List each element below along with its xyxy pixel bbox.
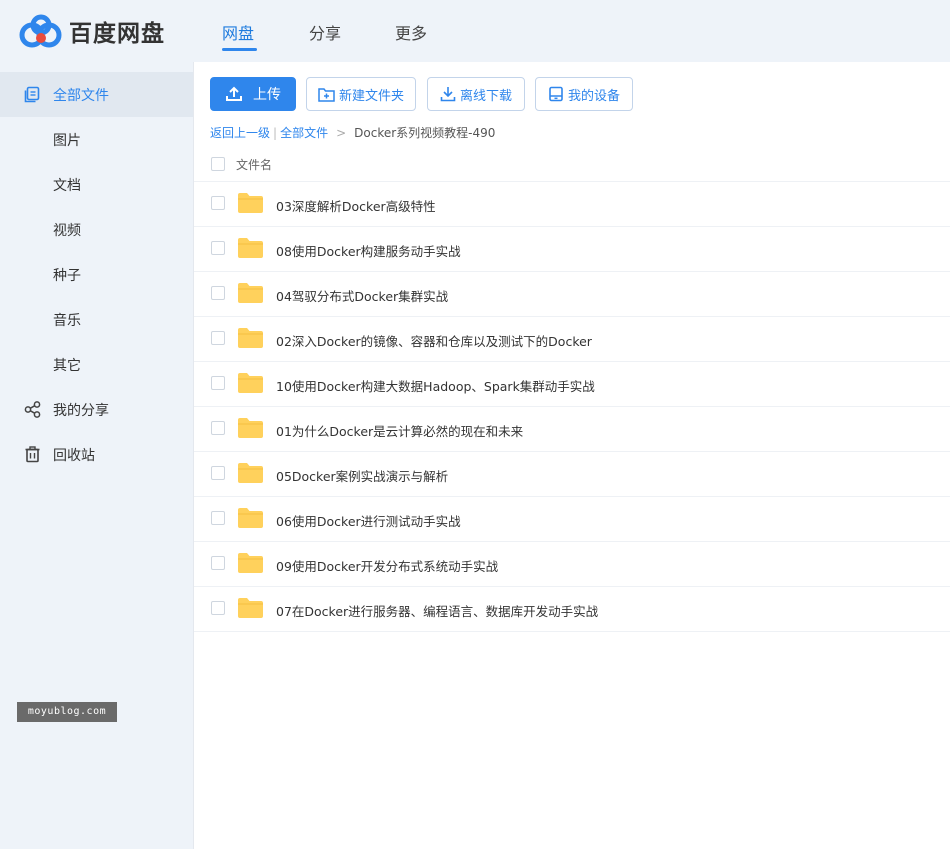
row-checkbox[interactable] — [211, 286, 225, 300]
my-devices-label: 我的设备 — [567, 88, 620, 104]
breadcrumb-divider: | — [273, 126, 278, 140]
file-row[interactable]: 08使用Docker构建服务动手实战 — [194, 227, 950, 272]
sidebar-item-label: 回收站 — [53, 447, 95, 464]
new-folder-button[interactable]: 新建文件夹 — [306, 77, 416, 111]
folder-icon — [238, 283, 263, 303]
sidebar-item-music[interactable]: 音乐 — [0, 297, 193, 342]
file-name[interactable]: 01为什么Docker是云计算必然的现在和未来 — [276, 421, 523, 440]
sidebar-item-label: 文档 — [53, 177, 81, 194]
folder-icon — [238, 463, 263, 483]
offline-download-label: 离线下载 — [459, 88, 512, 104]
row-checkbox[interactable] — [211, 421, 225, 435]
download-icon — [440, 87, 456, 102]
sidebar: 全部文件 图片 文档 视频 种子 音乐 其它 我的分享 回收站 moyublog… — [0, 72, 193, 849]
sidebar-item-label: 视频 — [53, 222, 81, 239]
sidebar-item-label: 音乐 — [53, 312, 81, 329]
file-row[interactable]: 02深入Docker的镜像、容器和仓库以及测试下的Docker — [194, 317, 950, 362]
sidebar-item-images[interactable]: 图片 — [0, 117, 193, 162]
file-name[interactable]: 07在Docker进行服务器、编程语言、数据库开发动手实战 — [276, 601, 598, 620]
sidebar-item-recycle-bin[interactable]: 回收站 — [0, 432, 193, 477]
sidebar-item-videos[interactable]: 视频 — [0, 207, 193, 252]
tab-netdisk[interactable]: 网盘 — [222, 20, 254, 44]
file-name[interactable]: 06使用Docker进行测试动手实战 — [276, 511, 461, 530]
row-checkbox[interactable] — [211, 601, 225, 615]
file-name[interactable]: 09使用Docker开发分布式系统动手实战 — [276, 556, 498, 575]
folder-icon — [238, 418, 263, 438]
sidebar-item-label: 种子 — [53, 267, 81, 284]
file-row[interactable]: 07在Docker进行服务器、编程语言、数据库开发动手实战 — [194, 587, 950, 632]
row-checkbox[interactable] — [211, 196, 225, 210]
main-content: 上传 新建文件夹 离线下载 我的设备 返回上一级 | 全部文件 > Docker系列视频… — [193, 62, 950, 849]
top-bar: 百度网盘 网盘 分享 更多 — [0, 0, 950, 62]
upload-label: 上传 — [253, 87, 281, 103]
breadcrumb: 返回上一级 | 全部文件 > Docker系列视频教程-490 — [210, 124, 495, 141]
file-name[interactable]: 02深入Docker的镜像、容器和仓库以及测试下的Docker — [276, 331, 592, 350]
sidebar-item-all-files[interactable]: 全部文件 — [0, 72, 193, 117]
new-folder-icon — [318, 87, 335, 102]
upload-icon — [226, 86, 242, 101]
file-row[interactable]: 06使用Docker进行测试动手实战 — [194, 497, 950, 542]
sidebar-item-label: 全部文件 — [53, 87, 109, 104]
filename-column-header[interactable]: 文件名 — [236, 156, 272, 173]
device-icon — [549, 86, 563, 102]
file-list: 03深度解析Docker高级特性 08使用Docker构建服务动手实战 04驾驭… — [194, 182, 950, 632]
breadcrumb-current-folder: Docker系列视频教程-490 — [354, 126, 496, 140]
select-all-checkbox[interactable] — [211, 157, 225, 171]
files-icon — [24, 86, 40, 103]
row-checkbox[interactable] — [211, 556, 225, 570]
folder-icon — [238, 193, 263, 213]
file-row[interactable]: 09使用Docker开发分布式系统动手实战 — [194, 542, 950, 587]
sidebar-item-label: 我的分享 — [53, 402, 109, 419]
row-checkbox[interactable] — [211, 376, 225, 390]
folder-icon — [238, 238, 263, 258]
share-icon — [24, 401, 41, 418]
sidebar-item-label: 图片 — [53, 132, 81, 149]
folder-icon — [238, 373, 263, 393]
file-name[interactable]: 03深度解析Docker高级特性 — [276, 196, 436, 215]
new-folder-label: 新建文件夹 — [338, 88, 404, 104]
upload-button[interactable]: 上传 — [210, 77, 296, 111]
file-row[interactable]: 03深度解析Docker高级特性 — [194, 182, 950, 227]
tab-share[interactable]: 分享 — [309, 20, 341, 44]
file-name[interactable]: 04驾驭分布式Docker集群实战 — [276, 286, 448, 305]
breadcrumb-back-link[interactable]: 返回上一级 — [210, 126, 270, 140]
sidebar-item-label: 其它 — [53, 357, 81, 374]
sidebar-item-documents[interactable]: 文档 — [0, 162, 193, 207]
sidebar-item-my-shares[interactable]: 我的分享 — [0, 387, 193, 432]
breadcrumb-separator-icon: > — [336, 126, 347, 140]
row-checkbox[interactable] — [211, 466, 225, 480]
breadcrumb-all-files-link[interactable]: 全部文件 — [280, 126, 328, 140]
folder-icon — [238, 508, 263, 528]
file-name[interactable]: 08使用Docker构建服务动手实战 — [276, 241, 461, 260]
file-name[interactable]: 05Docker案例实战演示与解析 — [276, 466, 448, 485]
file-row[interactable]: 10使用Docker构建大数据Hadoop、Spark集群动手实战 — [194, 362, 950, 407]
baidu-netdisk-logo[interactable]: 百度网盘 — [19, 14, 165, 48]
sidebar-item-other[interactable]: 其它 — [0, 342, 193, 387]
logo-text: 百度网盘 — [69, 21, 165, 47]
row-checkbox[interactable] — [211, 241, 225, 255]
watermark: moyublog.com — [17, 702, 117, 722]
row-checkbox[interactable] — [211, 511, 225, 525]
offline-download-button[interactable]: 离线下载 — [427, 77, 525, 111]
active-tab-indicator — [222, 48, 257, 51]
file-row[interactable]: 04驾驭分布式Docker集群实战 — [194, 272, 950, 317]
sidebar-item-torrents[interactable]: 种子 — [0, 252, 193, 297]
file-name[interactable]: 10使用Docker构建大数据Hadoop、Spark集群动手实战 — [276, 376, 595, 395]
file-row[interactable]: 05Docker案例实战演示与解析 — [194, 452, 950, 497]
tab-more[interactable]: 更多 — [395, 20, 427, 44]
file-row[interactable]: 01为什么Docker是云计算必然的现在和未来 — [194, 407, 950, 452]
folder-icon — [238, 598, 263, 618]
row-checkbox[interactable] — [211, 331, 225, 345]
folder-icon — [238, 553, 263, 573]
my-devices-button[interactable]: 我的设备 — [535, 77, 633, 111]
folder-icon — [238, 328, 263, 348]
file-list-header: 文件名 — [194, 148, 950, 182]
trash-icon — [25, 446, 40, 463]
cloud-logo-icon — [19, 14, 62, 48]
